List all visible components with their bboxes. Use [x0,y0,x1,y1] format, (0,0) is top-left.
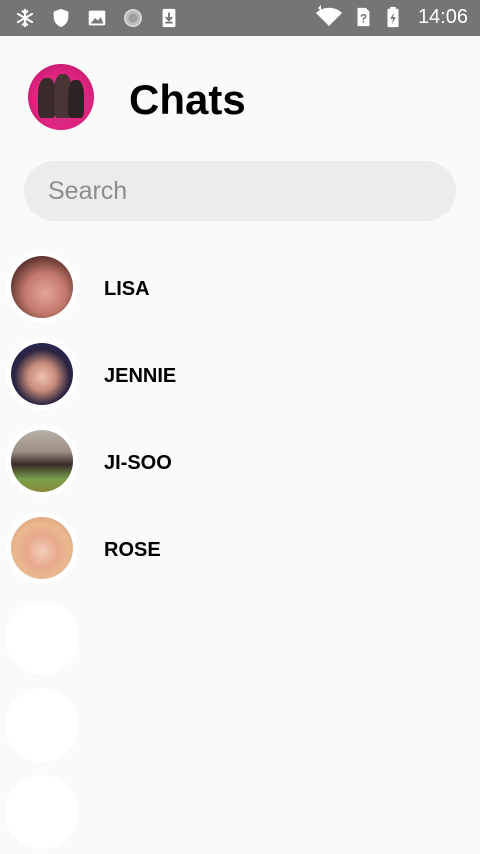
contact-avatar[interactable] [11,430,73,492]
avatar-ring [6,512,78,584]
page-title: Chats [129,76,246,123]
chat-list: LISA JENNIE JI-SOO ROSE [0,245,480,854]
status-bar-right: ? 14:06 [314,5,468,29]
avatar-ring [6,338,78,410]
empty-avatar-placeholder [5,601,79,675]
empty-chat-placeholder [0,680,480,767]
svg-text:?: ? [360,12,367,26]
wifi-icon [315,5,342,26]
status-bar-left [14,6,180,30]
download-icon [162,8,176,28]
header: Chats [0,36,480,160]
sim-unknown-icon: ? [357,7,370,27]
circle-icon [124,9,142,27]
avatar-figure [68,80,84,118]
empty-chat-placeholder [0,593,480,680]
status-time: 14:06 [417,5,468,28]
contact-name: ROSE [104,539,161,561]
avatar-ring [6,425,78,497]
chat-item-lisa[interactable]: LISA [0,245,480,332]
contact-avatar[interactable] [11,343,73,405]
empty-avatar-placeholder [5,775,79,849]
status-bar: ? 14:06 [0,0,480,36]
snowflake-icon [16,8,34,28]
chat-item-jisoo[interactable]: JI-SOO [0,419,480,506]
avatar-ring [6,251,78,323]
shield-icon [53,8,69,28]
contact-avatar[interactable] [11,256,73,318]
contact-avatar[interactable] [11,517,73,579]
contact-name: JI-SOO [104,452,172,474]
contact-name: LISA [104,278,150,300]
battery-charging-icon [387,6,399,28]
search-input[interactable] [24,161,456,221]
contact-name: JENNIE [104,365,177,387]
profile-avatar[interactable] [28,64,94,130]
empty-avatar-placeholder [5,688,79,762]
chat-item-rose[interactable]: ROSE [0,506,480,593]
image-icon [88,10,106,26]
empty-chat-placeholder [0,767,480,854]
chat-item-jennie[interactable]: JENNIE [0,332,480,419]
